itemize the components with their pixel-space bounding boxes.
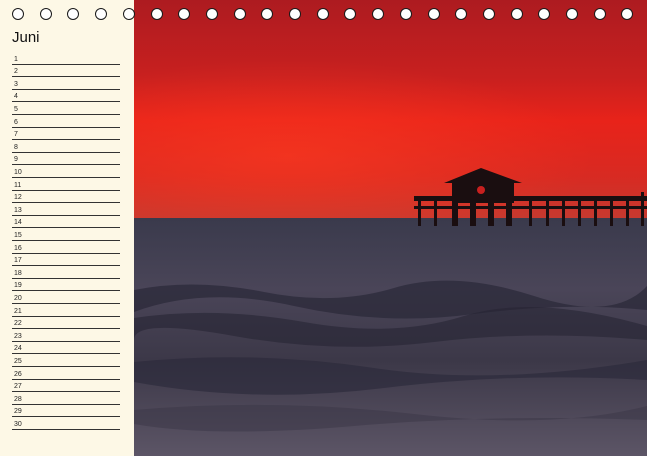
day-number: 8 [14, 143, 18, 151]
binding-hole [178, 8, 191, 20]
binding-hole [372, 8, 385, 20]
binding-hole [67, 8, 80, 20]
binding-hole [39, 8, 52, 20]
day-row: 7 [12, 127, 120, 141]
day-number: 19 [14, 282, 22, 290]
binding-hole [510, 8, 523, 20]
day-row: 27 [12, 379, 120, 393]
day-row: 9 [12, 152, 120, 166]
binding-hole [261, 8, 274, 20]
day-row: 1 [12, 51, 120, 65]
binding-hole [95, 8, 108, 20]
binding-hole [538, 8, 551, 20]
day-row: 10 [12, 164, 120, 178]
binding-hole [289, 8, 301, 20]
day-number: 1 [14, 55, 18, 63]
binding-hole [12, 8, 24, 20]
binding-hole [344, 8, 357, 20]
day-row: 25 [12, 353, 120, 367]
day-row: 2 [12, 64, 120, 78]
day-row: 23 [12, 328, 120, 342]
day-row: 16 [12, 240, 120, 254]
day-number: 10 [14, 168, 22, 176]
day-number: 15 [14, 231, 22, 239]
binding-hole [122, 8, 135, 20]
binding-hole [593, 8, 606, 20]
day-row: 13 [12, 202, 120, 216]
day-number: 21 [14, 307, 22, 315]
day-row: 3 [12, 76, 120, 90]
day-number: 14 [14, 219, 22, 227]
binding-hole [150, 8, 163, 20]
day-number: 11 [14, 181, 22, 189]
day-row: 14 [12, 215, 120, 229]
binding-hole [233, 8, 246, 20]
day-row: 22 [12, 316, 120, 330]
day-number: 7 [14, 131, 18, 139]
day-number: 9 [14, 156, 18, 164]
day-number: 2 [14, 68, 18, 76]
binding-hole [205, 8, 218, 20]
day-row: 30 [12, 416, 120, 430]
binding-hole [455, 8, 468, 20]
day-number: 23 [14, 332, 22, 340]
day-row: 15 [12, 227, 120, 241]
day-number: 25 [14, 357, 22, 365]
day-row: 18 [12, 265, 120, 279]
day-number: 4 [14, 93, 18, 101]
day-number: 12 [14, 194, 22, 202]
binding-hole [399, 8, 412, 20]
day-number: 30 [14, 420, 22, 428]
day-number: 3 [14, 80, 18, 88]
binding-hole [316, 8, 329, 20]
day-row: 6 [12, 114, 120, 128]
day-number: 28 [14, 395, 22, 403]
day-row: 20 [12, 290, 120, 304]
day-number: 20 [14, 294, 22, 302]
day-row: 4 [12, 89, 120, 103]
day-number: 26 [14, 370, 22, 378]
day-number: 18 [14, 269, 22, 277]
binding-hole [427, 8, 440, 20]
day-row: 19 [12, 278, 120, 292]
day-number: 22 [14, 320, 22, 328]
day-number: 16 [14, 244, 22, 252]
day-row: 24 [12, 341, 120, 355]
day-number: 5 [14, 105, 18, 113]
day-number: 27 [14, 383, 22, 391]
spiral-binding [0, 0, 647, 30]
day-row: 5 [12, 101, 120, 115]
day-row: 29 [12, 404, 120, 418]
sunset-pier-photo [134, 0, 647, 456]
binding-hole [566, 8, 578, 20]
binding-hole [482, 8, 495, 20]
day-row: 17 [12, 253, 120, 267]
day-number: 29 [14, 408, 22, 416]
day-number: 6 [14, 118, 18, 126]
day-row: 26 [12, 366, 120, 380]
date-column: Juni 1 2 3 4 5 6 7 8 9 10 11 12 13 14 15 16 17 18 19 20 21 22… [0, 0, 134, 456]
day-row: 11 [12, 177, 120, 191]
binding-hole [621, 8, 634, 20]
day-number: 13 [14, 206, 22, 214]
calendar-page: Juni 1 2 3 4 5 6 7 8 9 10 11 12 13 14 15 16 17 18 19 20 21 22… [0, 0, 647, 456]
month-title: Juni [12, 29, 40, 46]
day-number: 17 [14, 257, 22, 265]
day-row: 8 [12, 139, 120, 153]
day-row: 28 [12, 391, 120, 405]
day-number: 24 [14, 345, 22, 353]
day-row: 12 [12, 190, 120, 204]
day-row: 21 [12, 303, 120, 317]
